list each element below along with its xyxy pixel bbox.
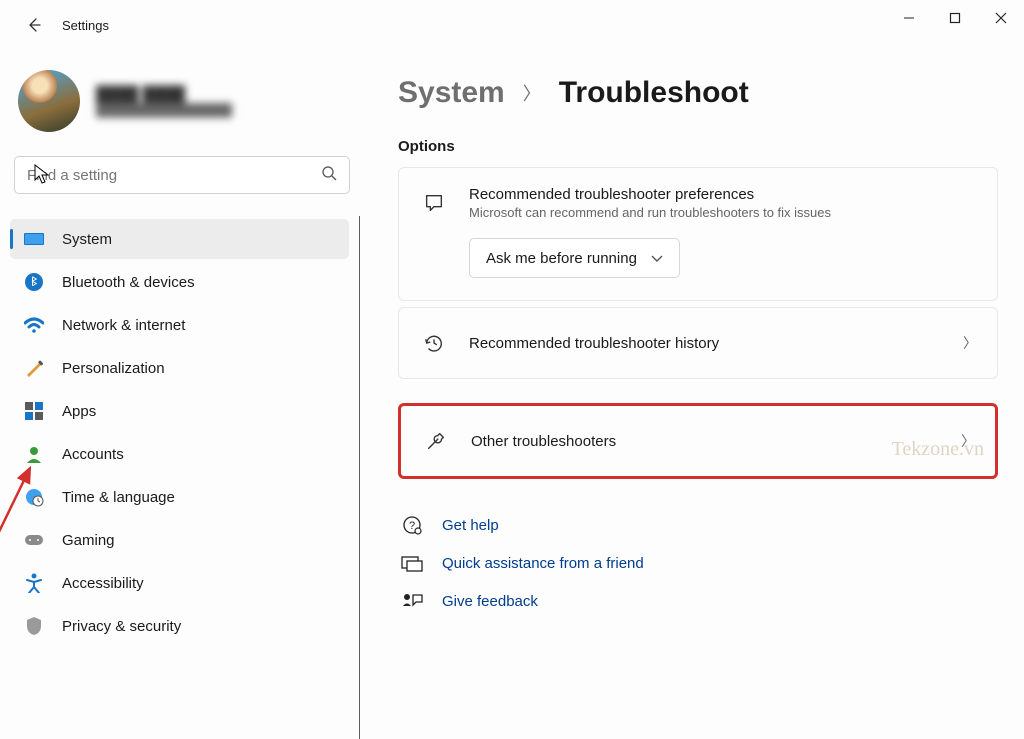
sidebar-item-label: Bluetooth & devices [62, 274, 195, 291]
sidebar: ████ ████ ████████████████ System Blueto… [0, 50, 364, 739]
sidebar-item-label: System [62, 231, 112, 248]
profile-text: ████ ████ ████████████████ [96, 86, 232, 117]
feedback-icon [400, 592, 424, 610]
search-input[interactable] [27, 167, 321, 184]
link-label[interactable]: Give feedback [442, 593, 538, 610]
sidebar-item-accessibility[interactable]: Accessibility [10, 563, 349, 603]
svg-text:?: ? [409, 520, 415, 532]
sidebar-item-label: Accessibility [62, 575, 144, 592]
sidebar-item-label: Network & internet [62, 317, 185, 334]
breadcrumb-root[interactable]: System [398, 76, 505, 110]
profile-name: ████ ████ [96, 86, 232, 103]
sidebar-item-gaming[interactable]: Gaming [10, 520, 349, 560]
sidebar-item-personalization[interactable]: Personalization [10, 348, 349, 388]
sidebar-item-label: Gaming [62, 532, 115, 549]
options-heading: Options [398, 138, 998, 155]
card-title: Recommended troubleshooter history [469, 335, 963, 352]
sidebar-item-apps[interactable]: Apps [10, 391, 349, 431]
dropdown-value: Ask me before running [486, 250, 637, 267]
chevron-right-icon: 〉 [963, 333, 977, 353]
link-label[interactable]: Quick assistance from a friend [442, 555, 644, 572]
breadcrumb-current: Troubleshoot [559, 76, 749, 110]
avatar [18, 70, 80, 132]
shield-icon [24, 616, 44, 636]
main-content: System 〉 Troubleshoot Options Recommende… [364, 50, 1024, 739]
apps-icon [24, 401, 44, 421]
back-arrow-icon [26, 17, 42, 33]
sidebar-item-accounts[interactable]: Accounts [10, 434, 349, 474]
sidebar-item-label: Apps [62, 403, 96, 420]
minimize-button[interactable] [886, 0, 932, 36]
card-troubleshooter-prefs: Recommended troubleshooter preferences M… [398, 167, 998, 301]
titlebar: Settings [0, 0, 1024, 50]
prefs-dropdown[interactable]: Ask me before running [469, 238, 680, 278]
bluetooth-icon [24, 272, 44, 292]
window-controls [886, 0, 1024, 36]
wrench-icon [423, 430, 449, 452]
search-box[interactable] [14, 156, 350, 194]
link-get-help[interactable]: ? Get help [398, 505, 998, 545]
app-title: Settings [62, 18, 109, 33]
history-icon [421, 332, 447, 354]
nav-list: System Bluetooth & devices Network & int… [4, 216, 360, 739]
close-button[interactable] [978, 0, 1024, 36]
brush-icon [24, 358, 44, 378]
profile-email: ████████████████ [96, 103, 232, 117]
accessibility-icon [24, 573, 44, 593]
card-subtitle: Microsoft can recommend and run troubles… [469, 205, 977, 220]
sidebar-item-network[interactable]: Network & internet [10, 305, 349, 345]
chevron-right-icon: 〉 [961, 431, 975, 451]
sidebar-item-label: Accounts [62, 446, 124, 463]
sidebar-item-label: Privacy & security [62, 618, 181, 635]
person-icon [24, 444, 44, 464]
wifi-icon [24, 315, 44, 335]
card-troubleshooter-history[interactable]: Recommended troubleshooter history 〉 [398, 307, 998, 379]
footer-links: ? Get help Quick assistance from a frien… [398, 505, 998, 620]
sidebar-item-label: Personalization [62, 360, 165, 377]
sidebar-item-privacy-security[interactable]: Privacy & security [10, 606, 349, 646]
gamepad-icon [24, 530, 44, 550]
link-label[interactable]: Get help [442, 517, 499, 534]
link-quick-assist[interactable]: Quick assistance from a friend [398, 545, 998, 582]
chevron-down-icon [651, 250, 663, 267]
sidebar-item-time-language[interactable]: Time & language [10, 477, 349, 517]
display-icon [24, 229, 44, 249]
card-title: Recommended troubleshooter preferences [469, 186, 977, 203]
help-icon: ? [400, 515, 424, 535]
chevron-right-icon: 〉 [523, 80, 541, 106]
screen-share-icon [400, 556, 424, 572]
chat-bubble-icon [421, 192, 447, 214]
sidebar-item-system[interactable]: System [10, 219, 349, 259]
link-give-feedback[interactable]: Give feedback [398, 582, 998, 620]
maximize-button[interactable] [932, 0, 978, 36]
profile-block[interactable]: ████ ████ ████████████████ [4, 50, 360, 156]
sidebar-item-bluetooth[interactable]: Bluetooth & devices [10, 262, 349, 302]
clock-globe-icon [24, 487, 44, 507]
sidebar-item-label: Time & language [62, 489, 175, 506]
card-title: Other troubleshooters [471, 433, 961, 450]
search-icon [321, 165, 337, 186]
card-other-troubleshooters[interactable]: Other troubleshooters 〉 [398, 403, 998, 479]
back-button[interactable] [18, 9, 50, 41]
breadcrumb: System 〉 Troubleshoot [398, 76, 998, 110]
